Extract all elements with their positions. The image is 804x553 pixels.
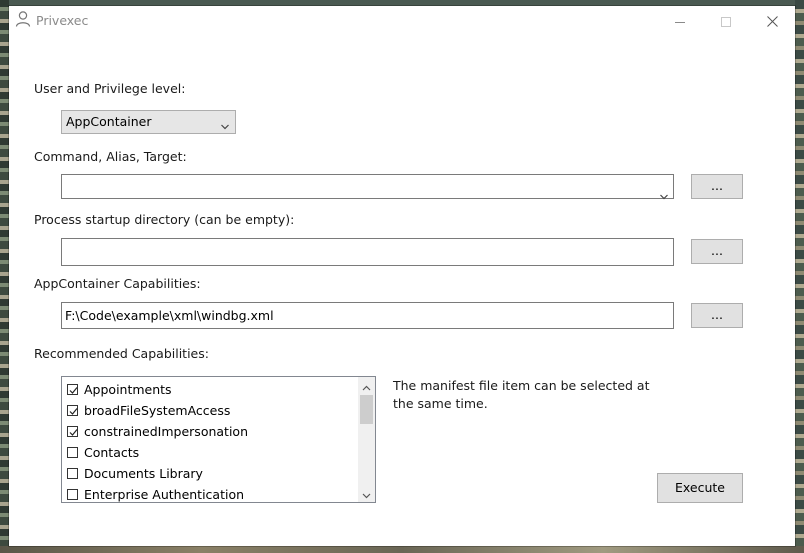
list-item[interactable]: constrainedImpersonation: [67, 421, 248, 442]
maximize-icon: [721, 12, 731, 31]
manifest-note: The manifest file item can be selected a…: [393, 378, 650, 411]
chevron-down-icon: [362, 484, 371, 502]
checkbox[interactable]: [67, 426, 78, 437]
capabilities-value: F:\Code\example\xml\windbg.xml: [65, 308, 274, 323]
list-item-label: Enterprise Authentication: [84, 487, 245, 502]
checkbox[interactable]: [67, 384, 78, 395]
user-icon: [14, 10, 32, 28]
execute-button[interactable]: Execute: [657, 473, 743, 503]
chevron-up-icon: [362, 377, 371, 395]
browse-dir-button[interactable]: ...: [691, 239, 743, 264]
privexec-window: Privexec User and Privilege level: AppCo…: [9, 6, 795, 546]
chevron-down-icon[interactable]: [659, 184, 669, 209]
checkbox[interactable]: [67, 405, 78, 416]
startup-dir-input[interactable]: [61, 238, 674, 266]
capabilities-label: AppContainer Capabilities:: [34, 276, 201, 291]
scroll-down-button[interactable]: [358, 485, 375, 502]
user-level-label: User and Privilege level:: [34, 81, 186, 96]
command-input[interactable]: [61, 174, 674, 200]
user-level-select[interactable]: AppContainer: [61, 110, 236, 134]
checkbox[interactable]: [67, 468, 78, 479]
checkbox[interactable]: [67, 489, 78, 500]
browse-command-button[interactable]: ...: [691, 174, 743, 199]
list-item-label: Documents Library: [84, 466, 203, 481]
close-button[interactable]: [749, 6, 795, 36]
title-bar[interactable]: Privexec: [9, 6, 795, 36]
minimize-button[interactable]: [657, 6, 703, 36]
list-item-label: broadFileSystemAccess: [84, 403, 231, 418]
desktop-background-right: [795, 0, 804, 553]
window-title: Privexec: [36, 13, 89, 28]
scrollbar-thumb[interactable]: [360, 395, 373, 424]
desktop-background-left: [0, 0, 9, 553]
desktop-background-bottom: [0, 546, 804, 553]
list-item[interactable]: Appointments: [67, 379, 172, 400]
capabilities-input[interactable]: F:\Code\example\xml\windbg.xml: [61, 302, 674, 329]
command-label: Command, Alias, Target:: [34, 149, 187, 164]
startup-dir-label: Process startup directory (can be empty)…: [34, 212, 295, 227]
list-item-label: constrainedImpersonation: [84, 424, 248, 439]
list-item[interactable]: broadFileSystemAccess: [67, 400, 230, 421]
list-item-label: Appointments: [84, 382, 172, 397]
recommended-label: Recommended Capabilities:: [34, 346, 209, 361]
capabilities-listbox[interactable]: Appointments broadFileSystemAccess const…: [61, 376, 376, 503]
user-level-value: AppContainer: [66, 114, 152, 129]
list-item-label: Contacts: [84, 445, 140, 460]
maximize-button[interactable]: [703, 6, 749, 36]
scroll-up-button[interactable]: [358, 377, 375, 394]
checkbox[interactable]: [67, 447, 78, 458]
browse-capabilities-button[interactable]: ...: [691, 303, 743, 328]
list-item[interactable]: Contacts: [67, 442, 139, 463]
minimize-icon: [675, 12, 685, 31]
close-icon: [766, 12, 778, 31]
list-item[interactable]: Enterprise Authentication: [67, 484, 245, 502]
chevron-down-icon: [220, 117, 230, 139]
listbox-scrollbar[interactable]: [358, 377, 375, 502]
list-item[interactable]: Documents Library: [67, 463, 203, 484]
